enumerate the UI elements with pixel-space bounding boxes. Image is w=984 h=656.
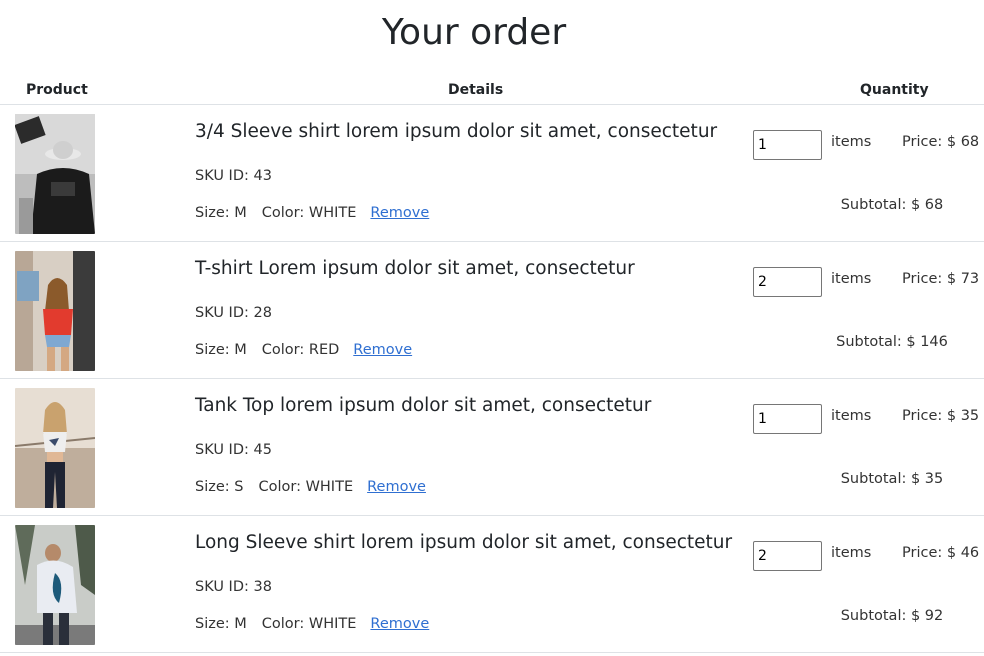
size-label: Size: M [195,205,247,221]
subtotal-label: Subtotal: $ 92 [840,608,944,624]
price-label: Price: $ 46 [902,545,980,561]
color-label: Color: RED [261,342,340,358]
quantity-input[interactable] [753,267,822,297]
subtotal-label: Subtotal: $ 35 [840,471,944,487]
product-image [15,251,95,371]
color-label: Color: WHITE [258,479,354,495]
color-label: Color: WHITE [261,616,357,632]
quantity-input[interactable] [753,541,822,571]
sku-id: SKU ID: 38 [195,579,272,595]
sku-id: SKU ID: 45 [195,442,272,458]
quantity-input[interactable] [753,404,822,434]
size-label: Size: M [195,342,247,358]
product-title: Long Sleeve shirt lorem ipsum dolor sit … [195,532,733,553]
table-row: 3/4 Sleeve shirt lorem ipsum dolor sit a… [0,105,984,242]
table-row: T-shirt Lorem ipsum dolor sit amet, cons… [0,242,984,379]
remove-link[interactable]: Remove [367,479,426,495]
column-header-details: Details [448,82,504,98]
product-meta: Size: M Color: WHITE Remove [195,205,429,221]
subtotal-label: Subtotal: $ 68 [840,197,944,213]
sku-id: SKU ID: 43 [195,168,272,184]
remove-link[interactable]: Remove [370,205,429,221]
page-title: Your order [381,12,567,53]
items-label: items [831,134,872,150]
price-label: Price: $ 68 [902,134,980,150]
product-meta: Size: S Color: WHITE Remove [195,479,426,495]
product-meta: Size: M Color: RED Remove [195,342,412,358]
table-row: Tank Top lorem ipsum dolor sit amet, con… [0,379,984,516]
items-label: items [831,545,872,561]
sku-id: SKU ID: 28 [195,305,272,321]
price-label: Price: $ 35 [902,408,980,424]
subtotal-label: Subtotal: $ 146 [836,334,948,350]
product-image [15,114,95,234]
product-meta: Size: M Color: WHITE Remove [195,616,429,632]
order-items-list: 3/4 Sleeve shirt lorem ipsum dolor sit a… [0,105,984,653]
product-title: 3/4 Sleeve shirt lorem ipsum dolor sit a… [195,121,718,142]
remove-link[interactable]: Remove [370,616,429,632]
items-label: items [831,408,872,424]
product-image [15,388,95,508]
table-row: Long Sleeve shirt lorem ipsum dolor sit … [0,516,984,653]
product-image [15,525,95,645]
color-label: Color: WHITE [261,205,357,221]
product-title: Tank Top lorem ipsum dolor sit amet, con… [195,395,652,416]
column-header-quantity: Quantity [860,82,929,98]
quantity-input[interactable] [753,130,822,160]
size-label: Size: M [195,616,247,632]
column-header-product: Product [26,82,88,98]
product-title: T-shirt Lorem ipsum dolor sit amet, cons… [195,258,635,279]
size-label: Size: S [195,479,244,495]
remove-link[interactable]: Remove [353,342,412,358]
table-header: Product Details Quantity [0,82,984,105]
price-label: Price: $ 73 [902,271,980,287]
items-label: items [831,271,872,287]
